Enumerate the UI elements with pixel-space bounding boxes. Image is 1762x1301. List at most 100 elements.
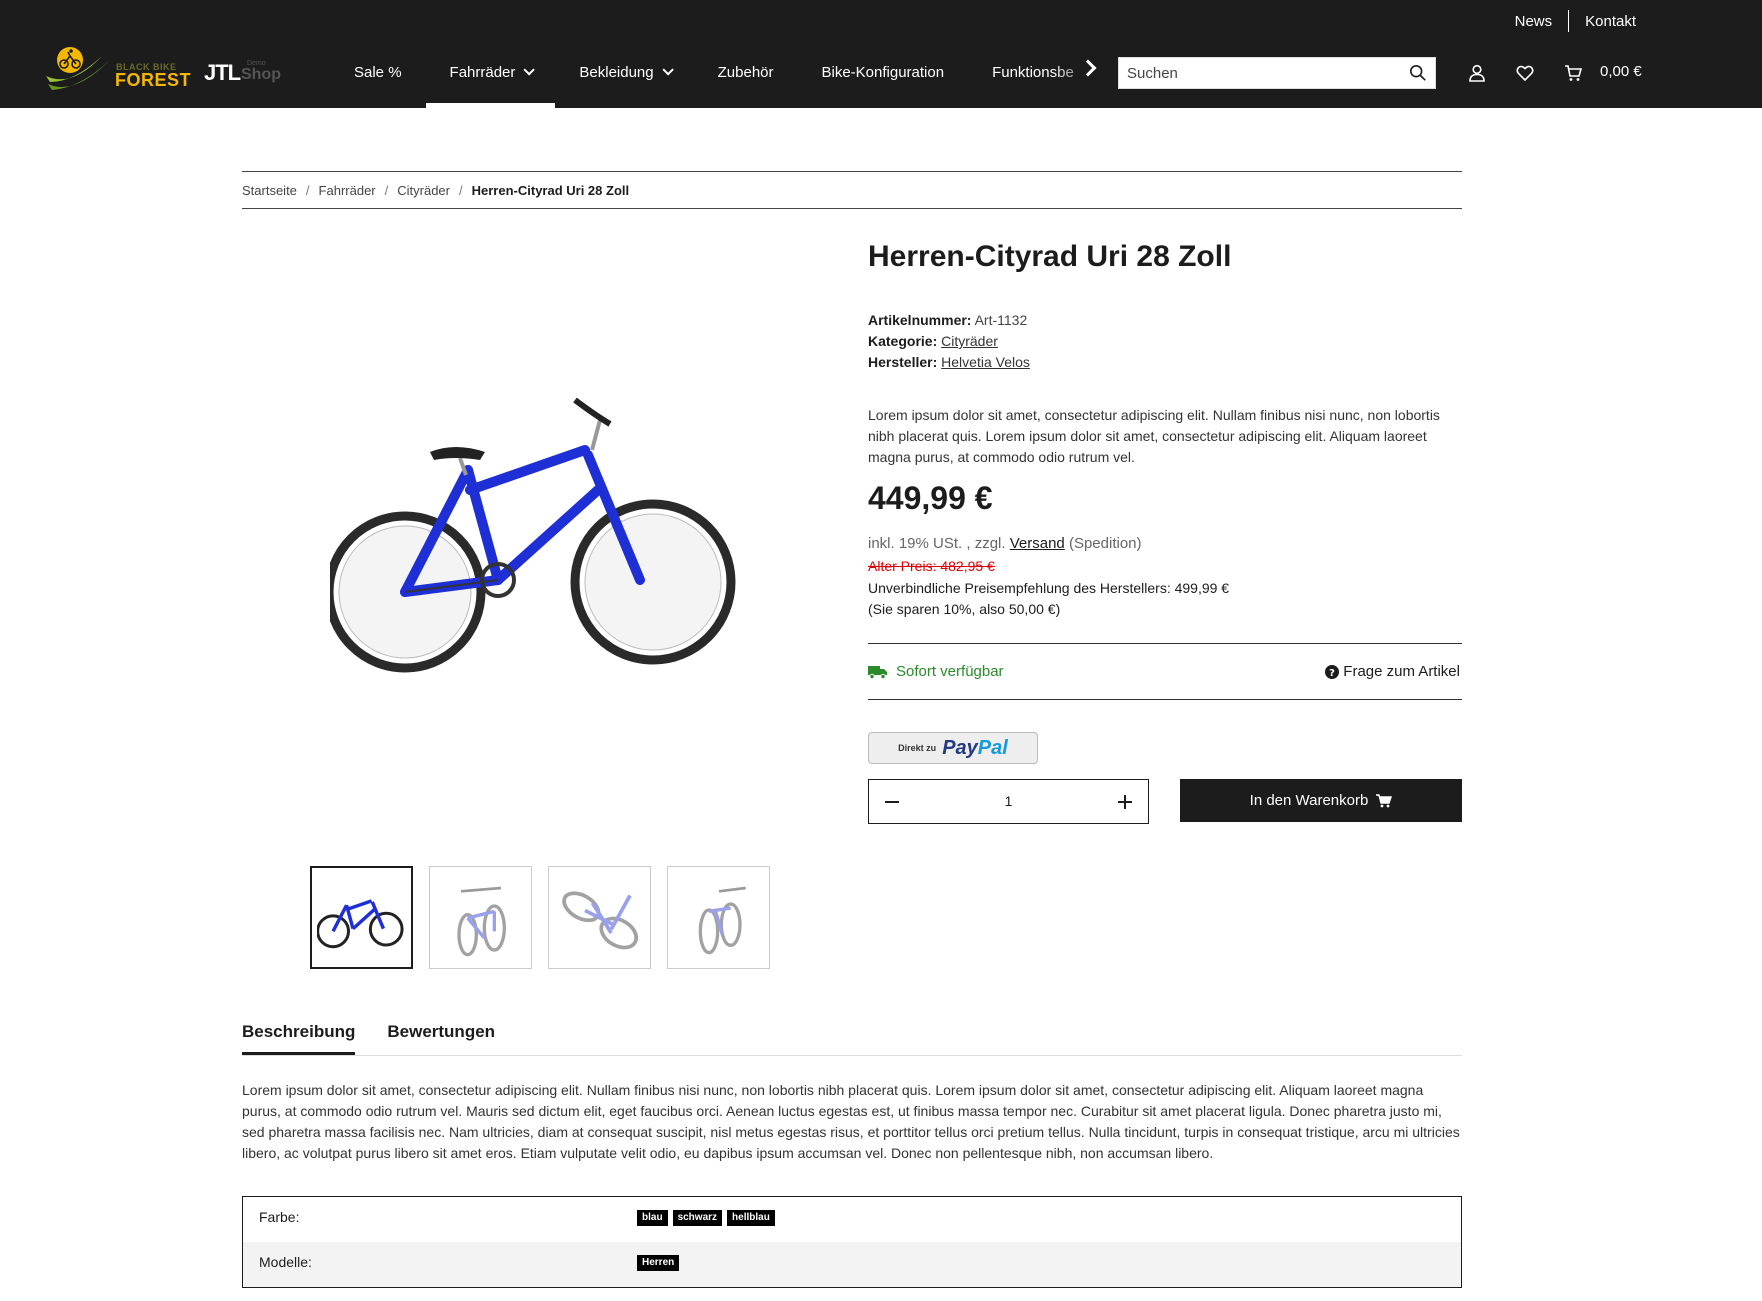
logo-line2: FOREST bbox=[115, 70, 192, 90]
product-meta: Artikelnummer: Art-1132 Kategorie: Cityr… bbox=[868, 310, 1030, 373]
uvp-info: Unverbindliche Preisempfehlung des Herst… bbox=[868, 578, 1229, 620]
search-box bbox=[1118, 57, 1436, 89]
kontakt-link[interactable]: Kontakt bbox=[1569, 13, 1652, 30]
thumbnail-2[interactable] bbox=[429, 866, 532, 969]
shipping-link[interactable]: Versand bbox=[1010, 535, 1065, 552]
short-description: Lorem ipsum dolor sit amet, consectetur … bbox=[868, 407, 1440, 465]
cart-total[interactable]: 0,00 € bbox=[1600, 63, 1642, 80]
savings-text: (Sie sparen 10%, also 50,00 €) bbox=[868, 601, 1061, 617]
attribute-chip: hellblau bbox=[727, 1210, 775, 1226]
breadcrumb-fahrraeder[interactable]: Fahrräder bbox=[319, 183, 376, 198]
nav-item-zubehoer[interactable]: Zubehör bbox=[694, 48, 798, 96]
category-label: Kategorie: bbox=[868, 333, 938, 349]
thumbnail-4[interactable] bbox=[667, 866, 770, 969]
table-row: Farbe: blau schwarz hellblau bbox=[243, 1197, 1461, 1242]
add-to-cart-button[interactable]: In den Warenkorb bbox=[1180, 779, 1462, 822]
availability-status: Sofort verfügbar bbox=[868, 663, 1004, 680]
bike-rider-logo-icon bbox=[46, 47, 110, 90]
attribute-chip: Herren bbox=[637, 1255, 680, 1271]
tax-prefix: inkl. 19% USt. , zzgl. bbox=[868, 535, 1006, 552]
product-price: 449,99 € bbox=[868, 480, 993, 516]
product-tabs: Beschreibung Bewertungen bbox=[242, 1022, 1462, 1056]
breadcrumb-separator: / bbox=[384, 182, 389, 198]
cart-icon bbox=[1376, 793, 1393, 807]
tab-bewertungen[interactable]: Bewertungen bbox=[387, 1022, 495, 1055]
svg-text:?: ? bbox=[1329, 668, 1335, 679]
nav-label: Bekleidung bbox=[579, 63, 654, 81]
bike-thumbnail-image bbox=[456, 886, 506, 956]
paypal-logo-pal: Pal bbox=[977, 736, 1008, 759]
attribute-label: Farbe: bbox=[259, 1209, 300, 1225]
attribute-chip: blau bbox=[637, 1210, 668, 1226]
bike-thumbnail-image bbox=[561, 890, 638, 949]
tab-beschreibung[interactable]: Beschreibung bbox=[242, 1022, 356, 1055]
plus-icon-vertical bbox=[1124, 795, 1126, 809]
news-link[interactable]: News bbox=[1499, 13, 1569, 30]
manufacturer-row: Hersteller: Helvetia Velos bbox=[868, 352, 1030, 373]
site-header: News Kontakt BLACK BIKE FOREST JTL Demo … bbox=[0, 0, 1762, 108]
product-main-image[interactable] bbox=[330, 380, 750, 680]
quantity-stepper: 1 bbox=[868, 779, 1149, 824]
attribute-label: Modelle: bbox=[259, 1254, 312, 1270]
product-thumbnails bbox=[310, 866, 786, 969]
account-icon[interactable] bbox=[1468, 64, 1486, 82]
wishlist-heart-icon[interactable] bbox=[1516, 64, 1534, 82]
paypal-logo-pay: Pay bbox=[942, 736, 978, 759]
nav-item-bike-konfiguration[interactable]: Bike-Konfiguration bbox=[798, 48, 969, 96]
attribute-values: blau schwarz hellblau bbox=[637, 1210, 780, 1226]
product-description: Lorem ipsum dolor sit amet, consectetur … bbox=[242, 1082, 1460, 1161]
jtl-shop-label: Shop bbox=[241, 66, 281, 83]
question-circle-icon: ? bbox=[1325, 664, 1340, 679]
product-title: Herren-Cityrad Uri 28 Zoll bbox=[868, 240, 1232, 273]
search-input[interactable] bbox=[1119, 58, 1389, 88]
nav-label: Bike-Konfiguration bbox=[821, 63, 945, 81]
attribute-chip: schwarz bbox=[672, 1210, 723, 1226]
availability-row: Sofort verfügbar ? Frage zum Artikel bbox=[868, 643, 1462, 700]
quantity-increase-button[interactable] bbox=[1104, 780, 1148, 823]
chevron-down-icon bbox=[662, 64, 674, 76]
nav-label: Sale % bbox=[354, 63, 402, 81]
sku-row: Artikelnummer: Art-1132 bbox=[868, 310, 1030, 331]
availability-text: Sofort verfügbar bbox=[896, 663, 1004, 680]
truck-icon bbox=[868, 665, 887, 679]
uvp-text: Unverbindliche Preisempfehlung des Herst… bbox=[868, 580, 1230, 596]
cart-icon[interactable] bbox=[1564, 64, 1582, 82]
paypal-prefix: Direkt zu bbox=[898, 743, 937, 753]
thumbnail-1[interactable] bbox=[310, 866, 413, 969]
bike-thumbnail-image bbox=[316, 898, 404, 948]
category-row: Kategorie: Cityräder bbox=[868, 331, 1030, 352]
category-link[interactable]: Cityräder bbox=[941, 333, 998, 349]
nav-item-sale[interactable]: Sale % bbox=[330, 48, 426, 96]
black-bike-forest-logo[interactable]: BLACK BIKE FOREST bbox=[44, 46, 191, 98]
sku-value: Art-1132 bbox=[974, 312, 1028, 328]
shipping-suffix: (Spedition) bbox=[1068, 535, 1142, 552]
tax-info: inkl. 19% USt. , zzgl. Versand (Speditio… bbox=[868, 535, 1142, 552]
paypal-express-button[interactable]: Direkt zu Pay Pal bbox=[868, 732, 1038, 764]
search-icon[interactable] bbox=[1409, 64, 1427, 82]
main-navigation: Sale % Fahrräder Bekleidung Zubehör Bike… bbox=[330, 48, 1098, 108]
attributes-table: Farbe: blau schwarz hellblau Modelle: He… bbox=[242, 1196, 1462, 1288]
sku-label: Artikelnummer: bbox=[868, 312, 972, 328]
manufacturer-label: Hersteller: bbox=[868, 354, 938, 370]
bike-thumbnail-image bbox=[698, 886, 746, 954]
old-price: Alter Preis: 482,95 € bbox=[868, 558, 995, 574]
add-to-cart-label: In den Warenkorb bbox=[1249, 792, 1369, 809]
table-row: Modelle: Herren bbox=[243, 1242, 1461, 1287]
top-links: News Kontakt bbox=[1499, 10, 1652, 32]
question-about-product-link[interactable]: ? Frage zum Artikel bbox=[1325, 663, 1460, 680]
breadcrumb-separator: / bbox=[459, 182, 463, 198]
breadcrumb-cityraeder[interactable]: Cityräder bbox=[397, 183, 450, 198]
nav-item-bekleidung[interactable]: Bekleidung bbox=[555, 48, 693, 96]
question-link-label: Frage zum Artikel bbox=[1343, 663, 1460, 680]
thumbnail-3[interactable] bbox=[548, 866, 651, 969]
breadcrumb-home[interactable]: Startseite bbox=[242, 183, 297, 198]
nav-label: Fahrräder bbox=[449, 63, 516, 81]
manufacturer-link[interactable]: Helvetia Velos bbox=[941, 354, 1030, 370]
nav-item-fahrraeder[interactable]: Fahrräder bbox=[425, 48, 556, 108]
attribute-values: Herren bbox=[637, 1255, 684, 1271]
nav-label: Zubehör bbox=[717, 63, 774, 81]
nav-overflow-fade bbox=[1052, 48, 1112, 96]
breadcrumb-current: Herren-Cityrad Uri 28 Zoll bbox=[471, 182, 630, 198]
breadcrumb-separator: / bbox=[305, 182, 310, 198]
jtl-logo: JTL bbox=[204, 60, 241, 85]
